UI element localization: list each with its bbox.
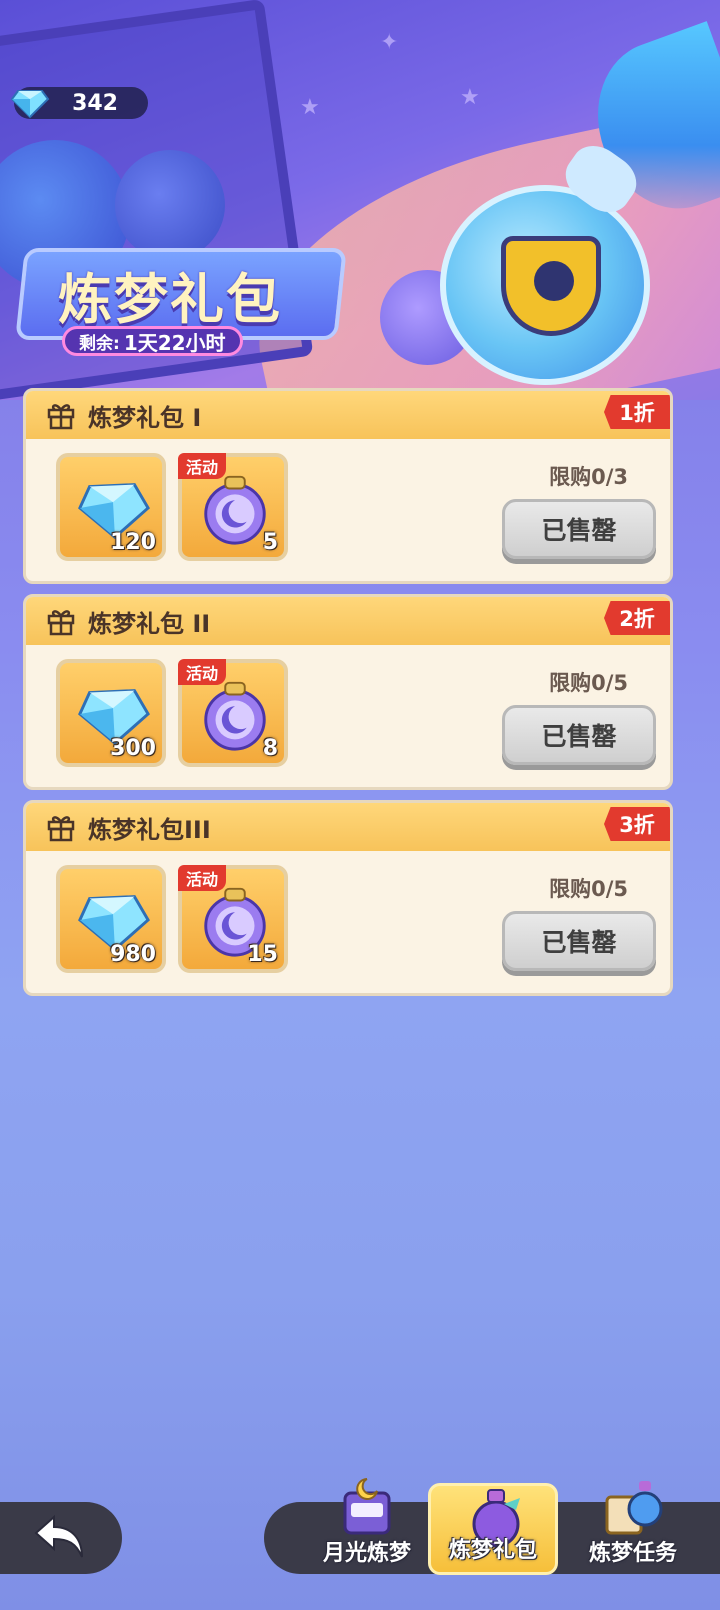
sold-out-button[interactable]: 已售罄 xyxy=(502,911,656,971)
shield-potion-icon xyxy=(440,135,650,385)
purchase-limit: 限购0/3 xyxy=(549,465,628,489)
back-arrow-icon xyxy=(34,1514,83,1558)
countdown-badge: 剩余: 1天22小时 xyxy=(62,326,243,356)
star-icon: ★ xyxy=(300,95,320,120)
tab-label: 月光炼梦 xyxy=(322,1541,411,1566)
tab-label: 炼梦礼包 xyxy=(448,1538,537,1563)
sold-out-button[interactable]: 已售罄 xyxy=(502,499,656,559)
pack-item-diamond[interactable]: 120 xyxy=(56,453,166,561)
quest-scroll-icon xyxy=(605,1481,663,1535)
pack-header: 炼梦礼包III xyxy=(26,803,670,851)
item-quantity: 120 xyxy=(110,530,156,555)
tab-dream-tasks[interactable]: 炼梦任务 xyxy=(568,1475,698,1575)
pack-card-3: 炼梦礼包III 3折 980 活动 15 限购0/5 已售罄 xyxy=(23,800,673,996)
star-icon: ✦ xyxy=(380,30,399,55)
moonlight-machine-icon xyxy=(343,1478,391,1535)
pack-item-potion[interactable]: 活动 8 xyxy=(178,659,288,767)
pack-card-1: 炼梦礼包 I 1折 120 活动 5 限购0/3 已售罄 xyxy=(23,388,673,584)
event-tag: 活动 xyxy=(178,659,227,685)
sold-out-button[interactable]: 已售罄 xyxy=(502,705,656,765)
diamond-icon xyxy=(10,90,50,119)
item-quantity: 980 xyxy=(110,942,156,967)
pack-card-2: 炼梦礼包 II 2折 300 活动 8 限购0/5 已售罄 xyxy=(23,594,673,790)
back-button[interactable] xyxy=(0,1502,122,1574)
pack-name: 炼梦礼包III xyxy=(88,815,211,844)
pack-item-diamond[interactable]: 300 xyxy=(56,659,166,767)
purchase-limit: 限购0/5 xyxy=(549,877,628,901)
countdown-value: 1天22小时 xyxy=(123,330,226,355)
event-tag: 活动 xyxy=(178,453,227,479)
tab-dream-gift-pack[interactable]: 炼梦礼包 xyxy=(428,1483,558,1575)
pack-item-potion[interactable]: 活动 5 xyxy=(178,453,288,561)
tab-moonlight-dream[interactable]: 月光炼梦 xyxy=(302,1475,432,1575)
pack-name: 炼梦礼包 I xyxy=(88,403,202,432)
currency-amount: 342 xyxy=(72,90,118,116)
purchase-limit: 限购0/5 xyxy=(549,671,628,695)
currency-counter: 342 xyxy=(10,87,148,119)
item-quantity: 5 xyxy=(262,530,278,555)
pack-item-potion[interactable]: 活动 15 xyxy=(178,865,288,973)
gift-icon xyxy=(47,404,75,430)
star-icon: ★ xyxy=(460,85,480,110)
discount-badge: 2折 xyxy=(604,601,670,635)
item-quantity: 15 xyxy=(247,942,278,967)
item-quantity: 300 xyxy=(110,736,156,761)
gift-icon xyxy=(47,816,75,842)
pack-item-diamond[interactable]: 980 xyxy=(56,865,166,973)
pack-header: 炼梦礼包 II xyxy=(26,597,670,645)
pack-header: 炼梦礼包 I xyxy=(26,391,670,439)
event-tag: 活动 xyxy=(178,865,227,891)
pack-name: 炼梦礼包 II xyxy=(88,609,211,638)
potion-bottle-icon xyxy=(115,150,225,260)
tab-label: 炼梦任务 xyxy=(588,1541,677,1566)
gift-icon xyxy=(47,610,75,636)
discount-badge: 1折 xyxy=(604,395,670,429)
countdown-label: 剩余: xyxy=(79,333,120,354)
page-title: 炼梦礼包 xyxy=(58,268,282,331)
discount-badge: 3折 xyxy=(604,807,670,841)
item-quantity: 8 xyxy=(262,736,278,761)
